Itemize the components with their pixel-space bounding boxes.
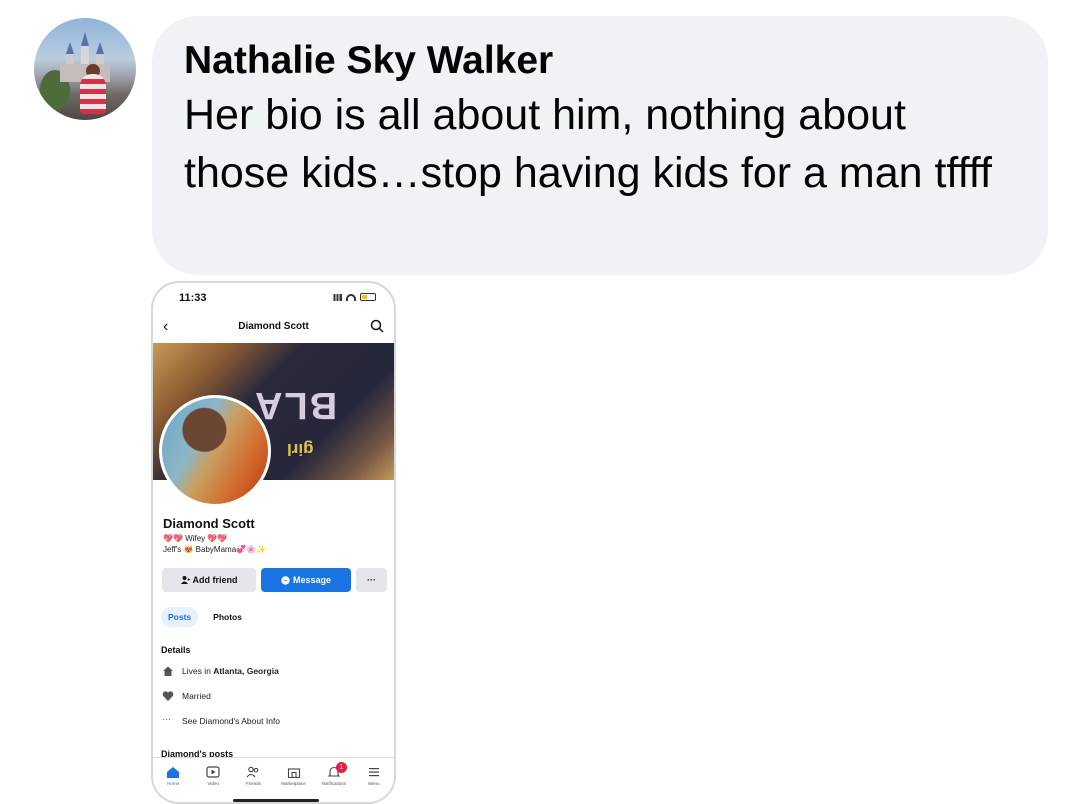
- commenter-avatar[interactable]: [34, 18, 136, 120]
- nav-title: Diamond Scott: [238, 321, 309, 332]
- friends-icon: [246, 766, 259, 778]
- avatar-kid: [80, 74, 106, 114]
- ellipsis-icon: ···: [162, 714, 171, 724]
- tabbar-label: Menu: [368, 781, 380, 786]
- tabbar-menu[interactable]: Menu: [356, 766, 392, 802]
- detail-see-about[interactable]: ··· See Diamond's About Info: [162, 715, 280, 727]
- status-time: 11:33: [179, 292, 207, 304]
- tabbar-video[interactable]: Video: [195, 766, 231, 802]
- profile-picture[interactable]: [159, 395, 271, 507]
- status-icons: [332, 293, 376, 301]
- marketplace-icon: [287, 768, 300, 778]
- tabbar-label: Home: [167, 781, 180, 786]
- profile-nav-bar: ‹ Diamond Scott: [153, 313, 394, 343]
- home-icon: [163, 666, 173, 676]
- profile-tabs: Posts Photos: [161, 607, 249, 627]
- home-indicator: [233, 799, 319, 802]
- lives-place: Atlanta, Georgia: [213, 666, 279, 676]
- tabbar-notifications[interactable]: 1 Notifications: [316, 762, 352, 802]
- comment-author[interactable]: Nathalie Sky Walker: [184, 38, 1016, 84]
- avatar-castle: [60, 32, 110, 82]
- cover-shirt-subtext: girl: [287, 440, 314, 459]
- profile-bio-line: 💖💖 Wifey 💖💖: [163, 534, 228, 543]
- battery-icon: [360, 293, 376, 301]
- comment-view: Nathalie Sky Walker Her bio is all about…: [0, 0, 1080, 804]
- comment-bubble: Nathalie Sky Walker Her bio is all about…: [152, 16, 1048, 275]
- tabbar-label: Notifications: [321, 781, 346, 786]
- wifi-icon: [346, 293, 356, 301]
- see-about-text: See Diamond's About Info: [182, 716, 281, 726]
- add-person-icon: [180, 576, 190, 584]
- profile-actions: Add friend Message ···: [162, 568, 387, 592]
- bottom-tab-bar: Home Video Friends Marketplace 1 Notific…: [153, 757, 394, 802]
- home-icon: [167, 767, 180, 778]
- phone-status-bar: 11:33: [153, 283, 394, 313]
- tabbar-label: Video: [207, 781, 219, 786]
- notification-badge: 1: [335, 762, 347, 773]
- lives-prefix: Lives in: [182, 666, 214, 676]
- tab-posts[interactable]: Posts: [161, 607, 199, 627]
- attached-screenshot[interactable]: 11:33 ‹ Diamond Scott BLA girl Diamond S…: [151, 281, 396, 804]
- add-friend-label: Add friend: [192, 575, 238, 585]
- heart-icon: [162, 691, 174, 701]
- tabbar-label: Marketplace: [281, 781, 306, 786]
- message-button[interactable]: Message: [261, 568, 351, 592]
- detail-lives-text: Lives in Atlanta, Georgia: [182, 666, 279, 676]
- message-label: Message: [292, 575, 332, 585]
- profile-name: Diamond Scott: [163, 516, 255, 531]
- messenger-icon: [281, 575, 290, 585]
- profile-bio-line: Jeff's 😻 BabyMama💞🌸✨: [163, 545, 267, 554]
- search-icon[interactable]: [370, 319, 384, 333]
- detail-lives-in: Lives in Atlanta, Georgia: [162, 665, 279, 677]
- detail-relationship: Married: [162, 690, 211, 702]
- tabbar-label: Friends: [245, 781, 261, 786]
- cover-shirt-text: BLA: [253, 384, 338, 426]
- add-friend-button[interactable]: Add friend: [162, 568, 256, 592]
- video-icon: [206, 766, 220, 778]
- signal-icon: [332, 293, 342, 301]
- tab-photos[interactable]: Photos: [206, 607, 249, 627]
- more-options-button[interactable]: ···: [356, 568, 387, 592]
- menu-icon: [368, 768, 379, 777]
- relationship-text: Married: [182, 691, 211, 701]
- comment-text: Her bio is all about him, nothing about …: [184, 91, 992, 197]
- details-heading: Details: [161, 645, 191, 655]
- tabbar-home[interactable]: Home: [155, 766, 191, 802]
